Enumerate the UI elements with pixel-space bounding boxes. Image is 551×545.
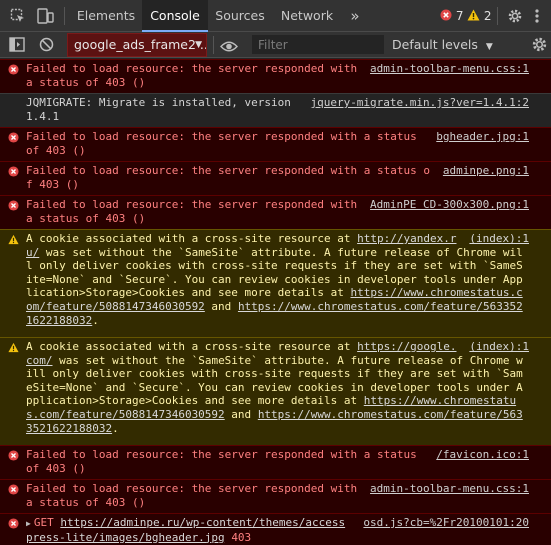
more-tabs-button[interactable]: » bbox=[342, 0, 368, 32]
chevron-down-icon: ▼ bbox=[195, 40, 202, 50]
settings-gear-icon[interactable] bbox=[507, 8, 523, 28]
error-count-badge[interactable]: 7 bbox=[440, 8, 463, 24]
console-message-error: /favicon.ico:1 Failed to load resource: t… bbox=[0, 445, 551, 479]
console-filterbar: google_ads_frame2 ... ▼ Default levels ▼ bbox=[0, 32, 551, 58]
status-code: 403 bbox=[231, 530, 252, 544]
context-selector-label: google_ads_frame2 ... bbox=[74, 37, 207, 52]
filter-input[interactable] bbox=[252, 35, 384, 54]
error-count: 7 bbox=[455, 9, 464, 23]
message-source-link[interactable]: jquery-migrate.min.js?ver=1.4.1:2 bbox=[310, 96, 529, 110]
message-source-link[interactable]: admin-toolbar-menu.css:1 bbox=[370, 482, 529, 496]
error-icon bbox=[8, 64, 19, 75]
console-message-error: bgheader.jpg:1 Failed to load resource: t… bbox=[0, 127, 551, 161]
inspect-element-icon[interactable] bbox=[10, 8, 26, 28]
message-source-link[interactable]: admin-toolbar-menu.css:1 bbox=[370, 62, 529, 76]
message-text: . bbox=[92, 313, 99, 327]
message-source-link[interactable]: bgheader.jpg:1 bbox=[436, 130, 529, 144]
message-source-link[interactable]: AdminPE CD-300x300.png:1 bbox=[370, 198, 529, 212]
request-method: GET bbox=[33, 516, 54, 529]
clear-console-icon[interactable] bbox=[39, 37, 54, 56]
toolbar-divider bbox=[497, 7, 498, 25]
warning-count: 2 bbox=[483, 9, 492, 23]
warning-icon bbox=[467, 9, 480, 21]
console-message-error: osd.js?cb=%2Fr20100101:20 ▶ GET https://ad… bbox=[0, 513, 551, 545]
console-message-warning: (index):1 A cookie associated with a cros… bbox=[0, 337, 551, 445]
message-text: and bbox=[224, 407, 258, 421]
error-icon bbox=[8, 450, 19, 461]
error-icon bbox=[8, 484, 19, 495]
console-message-error: admin-toolbar-menu.css:1 Failed to load r… bbox=[0, 59, 551, 93]
message-text: Failed to load resource: the server resp… bbox=[26, 448, 424, 475]
log-levels-label: Default levels bbox=[392, 37, 478, 52]
expand-triangle-icon[interactable]: ▶ bbox=[26, 519, 31, 528]
message-text: A cookie associated with a cross-site re… bbox=[26, 340, 358, 353]
message-text: Failed to load resource: the server resp… bbox=[26, 198, 364, 225]
console-message-error: AdminPE CD-300x300.png:1 Failed to load r… bbox=[0, 195, 551, 229]
message-source-link[interactable]: adminpe.png:1 bbox=[443, 164, 529, 178]
error-icon bbox=[440, 9, 452, 21]
message-text: Failed to load resource: the server resp… bbox=[26, 62, 364, 89]
log-levels-dropdown[interactable]: Default levels ▼ bbox=[392, 32, 493, 58]
kebab-menu-icon[interactable] bbox=[534, 8, 540, 28]
devtools-tabbar: Elements Console Sources Network » 7 2 bbox=[0, 0, 551, 33]
context-selector[interactable]: google_ads_frame2 ... ▼ bbox=[67, 33, 207, 57]
toolbar-divider bbox=[213, 36, 214, 54]
console-messages: admin-toolbar-menu.css:1 Failed to load r… bbox=[0, 59, 551, 545]
error-icon bbox=[8, 166, 19, 177]
toolbar-divider bbox=[64, 7, 65, 25]
tab-network[interactable]: Network bbox=[272, 0, 342, 32]
error-icon bbox=[8, 132, 19, 143]
console-message-warning: (index):1 A cookie associated with a cros… bbox=[0, 229, 551, 337]
tab-sources[interactable]: Sources bbox=[208, 0, 272, 32]
message-source-link[interactable]: (index):1 bbox=[469, 340, 529, 354]
message-source-link[interactable]: /favicon.ico:1 bbox=[436, 448, 529, 462]
message-url-link[interactable]: https://adminpe.ru/wp-content/themes/acc… bbox=[26, 516, 345, 544]
warning-icon bbox=[8, 234, 19, 245]
tab-elements[interactable]: Elements bbox=[70, 0, 142, 32]
chevron-down-icon: ▼ bbox=[485, 42, 493, 52]
message-text: and bbox=[204, 299, 238, 313]
console-message-info: jquery-migrate.min.js?ver=1.4.1:2 JQMIGRA… bbox=[0, 93, 551, 127]
live-expression-eye-icon[interactable] bbox=[220, 38, 238, 57]
tab-console[interactable]: Console bbox=[142, 0, 208, 33]
message-text: Failed to load resource: the server resp… bbox=[26, 164, 430, 191]
console-scrollbar[interactable] bbox=[542, 59, 550, 545]
device-toolbar-icon[interactable] bbox=[37, 8, 55, 28]
toggle-sidebar-icon[interactable] bbox=[9, 37, 25, 56]
message-text: A cookie associated with a cross-site re… bbox=[26, 232, 358, 245]
message-source-link[interactable]: osd.js?cb=%2Fr20100101:20 bbox=[363, 516, 529, 530]
message-text: Failed to load resource: the server resp… bbox=[26, 482, 364, 509]
message-text: . bbox=[112, 421, 119, 435]
warning-icon bbox=[8, 342, 19, 353]
console-message-error: admin-toolbar-menu.css:1 Failed to load r… bbox=[0, 479, 551, 513]
warning-count-badge[interactable]: 2 bbox=[467, 8, 491, 24]
message-source-link[interactable]: (index):1 bbox=[469, 232, 529, 246]
error-icon bbox=[8, 518, 19, 529]
console-settings-gear-icon[interactable] bbox=[531, 36, 548, 57]
console-message-error: adminpe.png:1 Failed to load resource: th… bbox=[0, 161, 551, 195]
message-text: Failed to load resource: the server resp… bbox=[26, 130, 424, 157]
error-icon bbox=[8, 200, 19, 211]
message-text: JQMIGRATE: Migrate is installed, version… bbox=[26, 96, 298, 123]
